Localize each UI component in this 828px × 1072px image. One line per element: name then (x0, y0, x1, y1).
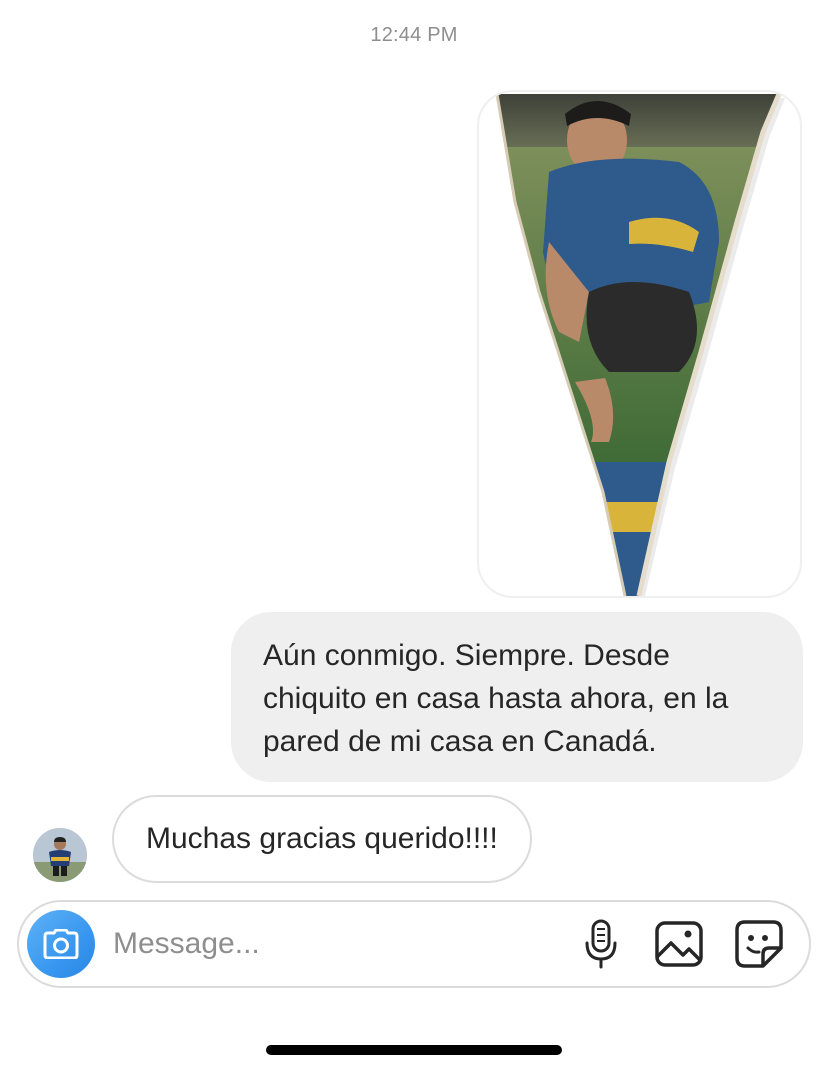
message-composer (17, 900, 811, 988)
sent-image-message[interactable] (477, 90, 802, 598)
avatar-image (33, 828, 87, 882)
received-message-row: Muchas gracias querido!!!! (0, 795, 828, 887)
sent-text-message[interactable]: Aún conmigo. Siempre. Desde chiquito en … (231, 612, 803, 782)
sent-message-text: Aún conmigo. Siempre. Desde chiquito en … (263, 639, 729, 758)
sticker-button[interactable] (731, 916, 787, 972)
message-input[interactable] (113, 916, 553, 972)
received-text-message[interactable]: Muchas gracias querido!!!! (112, 795, 532, 883)
camera-button[interactable] (27, 910, 95, 978)
message-timestamp: 12:44 PM (370, 24, 458, 46)
pennant-photo (495, 93, 785, 596)
received-message-text: Muchas gracias querido!!!! (146, 822, 498, 855)
gallery-icon (655, 921, 703, 967)
voice-message-button[interactable] (573, 916, 629, 972)
sticker-icon (735, 920, 783, 968)
sender-avatar[interactable] (33, 828, 87, 882)
home-indicator[interactable] (266, 1045, 562, 1055)
camera-icon (43, 929, 79, 959)
gallery-button[interactable] (651, 916, 707, 972)
microphone-icon (585, 919, 617, 969)
